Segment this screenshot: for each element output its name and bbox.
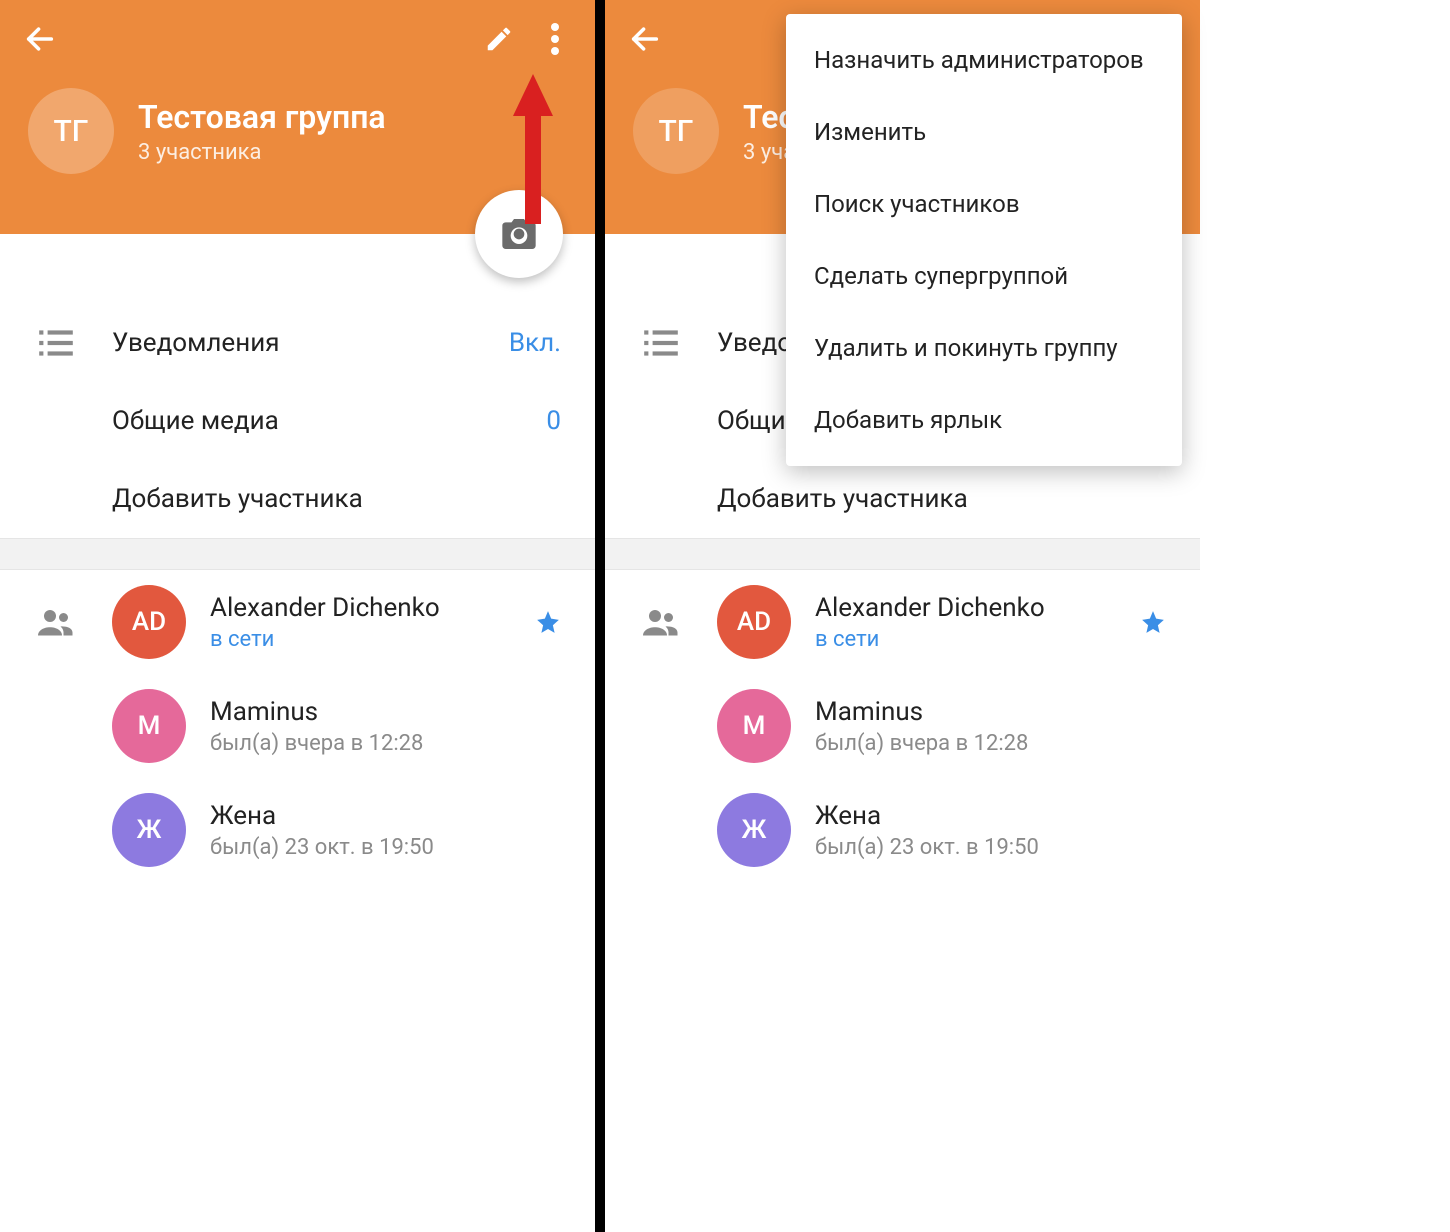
header: ТГ Тестовая группа 3 участника [0,0,595,234]
list-icon-col [605,329,717,357]
right-padding [1200,0,1450,1232]
notifications-value: Вкл. [509,328,561,358]
member-row[interactable]: AD Alexander Dichenko в сети [605,570,1200,674]
members-section: AD Alexander Dichenko в сети M Maminus был(а)… [0,570,595,882]
menu-item[interactable]: Поиск участников [786,168,1182,240]
member-avatar: Ж [112,793,186,867]
notifications-row[interactable]: Уведомления Вкл. [0,304,595,382]
menu-item[interactable]: Изменить [786,96,1182,168]
admin-star [535,609,561,635]
add-member-label: Добавить участника [717,484,1166,514]
member-avatar: Ж [717,793,791,867]
people-icon [643,608,679,636]
more-vert-icon [551,22,559,56]
edit-button[interactable] [471,11,527,67]
member-avatar: M [717,689,791,763]
member-info: Alexander Dichenko в сети [210,593,535,652]
group-text: Тестовая группа 3 участника [138,98,386,165]
group-avatar[interactable]: ТГ [28,88,114,174]
menu-item[interactable]: Назначить администраторов [786,24,1182,96]
arrow-left-icon [23,22,57,56]
star-icon [535,609,561,635]
pencil-icon [484,24,514,54]
menu-item[interactable]: Удалить и покинуть группу [786,312,1182,384]
shared-media-label: Общие медиа [112,406,546,436]
back-button[interactable] [617,11,673,67]
section-gap [605,538,1200,570]
member-avatar: AD [112,585,186,659]
people-icon [38,608,74,636]
add-member-row[interactable]: Добавить участника [0,460,595,538]
member-name: Alexander Dichenko [210,593,535,623]
member-info: Жена был(а) 23 окт. в 19:50 [210,801,561,860]
star-icon [1140,609,1166,635]
member-status: был(а) вчера в 12:28 [210,731,561,756]
member-side-icon [605,608,717,636]
shared-media-row[interactable]: Общие медиа 0 [0,382,595,460]
notifications-label: Уведомления [112,328,509,358]
admin-star [1140,609,1166,635]
member-avatar: M [112,689,186,763]
menu-item[interactable]: Добавить ярлык [786,384,1182,456]
member-name: Жена [210,801,561,831]
member-info: Alexander Dichenko в сети [815,593,1140,652]
list-icon [39,329,73,357]
settings-section: Уведомления Вкл. Общие медиа 0 Добавить … [0,234,595,538]
member-name: Maminus [210,697,561,727]
members-section: AD Alexander Dichenko в сети M Maminus был(а)… [605,570,1200,882]
member-name: Alexander Dichenko [815,593,1140,623]
member-status: был(а) 23 окт. в 19:50 [815,835,1166,860]
overflow-menu: Назначить администраторовИзменитьПоиск у… [786,14,1182,466]
member-status: был(а) 23 окт. в 19:50 [210,835,561,860]
member-row[interactable]: Ж Жена был(а) 23 окт. в 19:50 [0,778,595,882]
member-row[interactable]: M Maminus был(а) вчера в 12:28 [0,674,595,778]
add-member-row[interactable]: Добавить участника [605,460,1200,538]
screens-divider [595,0,605,1232]
member-name: Жена [815,801,1166,831]
member-status: был(а) вчера в 12:28 [815,731,1166,756]
add-member-label: Добавить участника [112,484,561,514]
list-icon [644,329,678,357]
screen-right: ТГ Тестовая группа 3 участника Уведомлен… [605,0,1200,1232]
member-status: в сети [210,627,535,652]
member-info: Maminus был(а) вчера в 12:28 [815,697,1166,756]
more-button[interactable] [527,11,583,67]
group-info: ТГ Тестовая группа 3 участника [0,88,595,174]
arrow-left-icon [628,22,662,56]
group-avatar[interactable]: ТГ [633,88,719,174]
menu-item[interactable]: Сделать супергруппой [786,240,1182,312]
member-row[interactable]: AD Alexander Dichenko в сети [0,570,595,674]
shared-media-value: 0 [546,406,561,436]
member-row[interactable]: M Maminus был(а) вчера в 12:28 [605,674,1200,778]
member-info: Maminus был(а) вчера в 12:28 [210,697,561,756]
list-icon-col [0,329,112,357]
member-side-icon [0,608,112,636]
group-subtitle: 3 участника [138,140,386,165]
screen-left: ТГ Тестовая группа 3 участника Уведомлен… [0,0,595,1232]
member-avatar: AD [717,585,791,659]
member-row[interactable]: Ж Жена был(а) 23 окт. в 19:50 [605,778,1200,882]
group-title: Тестовая группа [138,98,386,136]
member-info: Жена был(а) 23 окт. в 19:50 [815,801,1166,860]
member-name: Maminus [815,697,1166,727]
member-status: в сети [815,627,1140,652]
annotation-arrow-icon [513,74,553,224]
back-button[interactable] [12,11,68,67]
section-gap [0,538,595,570]
toolbar [0,0,595,78]
